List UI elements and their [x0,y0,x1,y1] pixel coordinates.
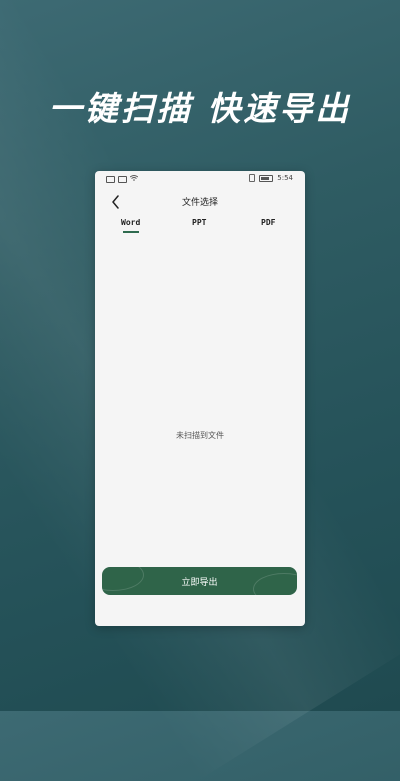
export-button[interactable]: 立即导出 [102,567,297,595]
title-bar: 文件选择 [95,191,305,213]
status-time: 5:54 [277,174,293,182]
promo-headline: 一键扫描 快速导出 [48,89,352,128]
signal-icon [118,175,127,183]
active-tab-indicator [123,231,139,233]
vibrate-icon [249,174,256,182]
tab-pdf[interactable]: PDF [261,218,275,227]
tab-word[interactable]: Word [121,218,140,227]
page-title: 文件选择 [181,198,218,208]
wifi-icon [129,175,139,183]
phone-screen: 5:54 文件选择 Word PPT PDF 未扫描到文件 立即导出 [95,171,305,626]
status-right: 5:54 [249,174,293,182]
battery-icon [259,174,274,182]
status-left [106,175,139,183]
sim-icon [106,175,115,183]
status-bar: 5:54 [95,171,305,187]
tab-ppt[interactable]: PPT [192,218,206,227]
empty-state-text: 未扫描到文件 [176,431,224,440]
export-button-label: 立即导出 [181,577,218,588]
file-type-tabs: Word PPT PDF [95,218,305,238]
